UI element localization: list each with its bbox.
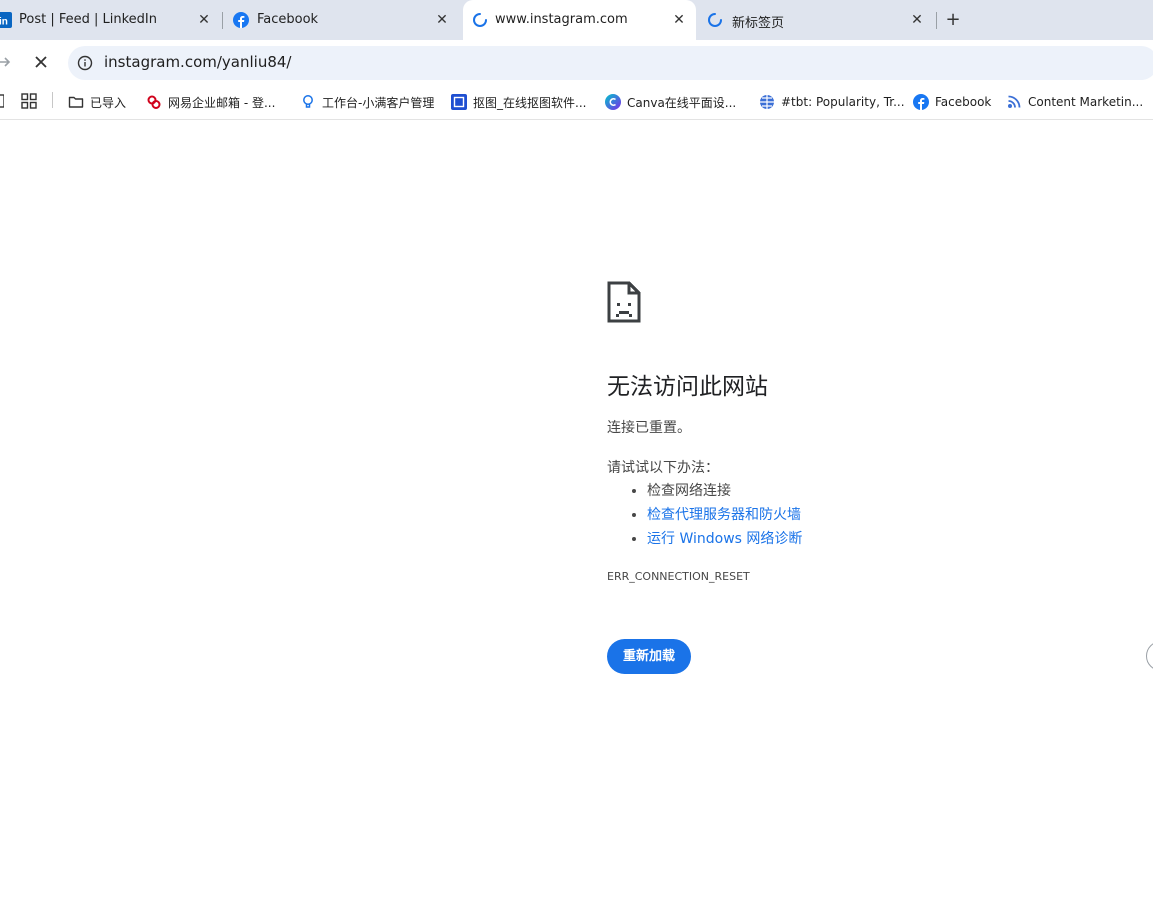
bookmark-label: 工作台-小满客户管理 xyxy=(322,95,435,110)
check-proxy-firewall-link[interactable]: 检查代理服务器和防火墙 xyxy=(647,507,801,523)
globe-icon xyxy=(759,94,775,110)
error-description: 连接已重置。 xyxy=(607,420,691,436)
tab-linkedin[interactable]: in Post | Feed | LinkedIn ✕ xyxy=(0,0,222,40)
suggestion-list: 检查网络连接 检查代理服务器和防火墙 运行 Windows 网络诊断 xyxy=(607,479,802,551)
linkedin-icon: in xyxy=(0,12,12,28)
folder-icon xyxy=(68,94,84,110)
suggestion-text: 检查网络连接 xyxy=(647,483,731,499)
address-bar[interactable]: instagram.com/yanliu84/ xyxy=(68,46,1153,80)
close-tab-icon[interactable]: ✕ xyxy=(907,10,927,30)
bookmark-netease-mail[interactable]: 网易企业邮箱 - 登... xyxy=(146,92,275,112)
site-info-icon[interactable] xyxy=(77,55,93,71)
toolbar: instagram.com/yanliu84/ xyxy=(0,40,1153,84)
canva-icon xyxy=(605,94,621,110)
facebook-icon xyxy=(233,12,249,28)
reload-button[interactable]: 重新加载 xyxy=(607,639,691,674)
bookmark-cut-off-icon[interactable] xyxy=(0,93,4,109)
tab-separator xyxy=(222,12,223,29)
new-tab-button[interactable]: + xyxy=(942,9,964,31)
bookmark-label: 网易企业邮箱 - 登... xyxy=(168,95,276,110)
bookmark-content-marketing[interactable]: Content Marketin... xyxy=(1006,92,1143,112)
facebook-icon xyxy=(913,94,929,110)
bookmark-label: Facebook xyxy=(935,95,992,109)
page-content: 无法访问此网站 连接已重置。 请试试以下办法： 检查网络连接 检查代理服务器和防… xyxy=(0,121,1153,897)
tab-facebook[interactable]: Facebook ✕ xyxy=(224,0,460,40)
stop-loading-icon[interactable] xyxy=(29,50,53,74)
run-network-diagnostics-link[interactable]: 运行 Windows 网络诊断 xyxy=(647,531,802,547)
sad-document-icon xyxy=(607,281,641,323)
bookmarks-bar: 已导入 网易企业邮箱 - 登... 工作台-小满客户管理 抠图_在线抠图软件..… xyxy=(0,84,1153,120)
svg-text:in: in xyxy=(0,17,8,28)
tab-title: Facebook xyxy=(257,12,319,27)
bookmark-label: 已导入 xyxy=(90,95,127,110)
tab-title: 新标签页 xyxy=(732,16,785,31)
suggestion-check-network: 检查网络连接 xyxy=(647,479,802,503)
rss-icon xyxy=(1006,94,1022,110)
bookmark-label: Canva在线平面设... xyxy=(627,95,737,110)
apps-grid-icon[interactable] xyxy=(21,93,37,112)
cutout-icon xyxy=(451,94,467,110)
bookmark-cutout-tool[interactable]: 抠图_在线抠图软件... xyxy=(451,92,586,112)
tab-new-tab[interactable]: 新标签页 ✕ xyxy=(698,0,934,40)
side-panel-button[interactable] xyxy=(1146,641,1153,671)
error-code: ERR_CONNECTION_RESET xyxy=(607,570,750,583)
bookmark-tbt-popularity[interactable]: #tbt: Popularity, Tr... xyxy=(759,92,905,112)
close-tab-icon[interactable]: ✕ xyxy=(669,10,689,30)
bookmark-label: Content Marketin... xyxy=(1028,95,1144,109)
forward-icon[interactable] xyxy=(0,50,16,74)
loading-spinner-icon xyxy=(472,12,488,28)
tab-instagram[interactable]: www.instagram.com ✕ xyxy=(463,0,696,40)
bookmark-label: #tbt: Popularity, Tr... xyxy=(781,95,905,109)
tab-title: Post | Feed | LinkedIn xyxy=(19,12,157,27)
bookmarks-separator xyxy=(52,92,53,108)
tab-title: www.instagram.com xyxy=(495,12,628,27)
loading-spinner-icon xyxy=(707,12,723,28)
bookmark-canva[interactable]: Canva在线平面设... xyxy=(605,92,736,112)
bookmark-label: 抠图_在线抠图软件... xyxy=(473,95,587,110)
tab-separator xyxy=(936,12,937,29)
suggestion-run-diagnostics: 运行 Windows 网络诊断 xyxy=(647,527,802,551)
error-title: 无法访问此网站 xyxy=(607,374,768,400)
bookmark-imported-folder[interactable]: 已导入 xyxy=(68,92,126,112)
bookmark-xiaoman-crm[interactable]: 工作台-小满客户管理 xyxy=(300,92,434,112)
tab-strip: in Post | Feed | LinkedIn ✕ Facebook ✕ w… xyxy=(0,0,1153,40)
url-text[interactable]: instagram.com/yanliu84/ xyxy=(104,53,291,71)
close-tab-icon[interactable]: ✕ xyxy=(194,10,214,30)
netease-mail-icon xyxy=(146,94,162,110)
close-tab-icon[interactable]: ✕ xyxy=(432,10,452,30)
lightbulb-icon xyxy=(300,94,316,110)
try-suggestions-heading: 请试试以下办法： xyxy=(607,460,719,476)
suggestion-check-proxy-firewall: 检查代理服务器和防火墙 xyxy=(647,503,802,527)
bookmark-facebook[interactable]: Facebook xyxy=(913,92,991,112)
